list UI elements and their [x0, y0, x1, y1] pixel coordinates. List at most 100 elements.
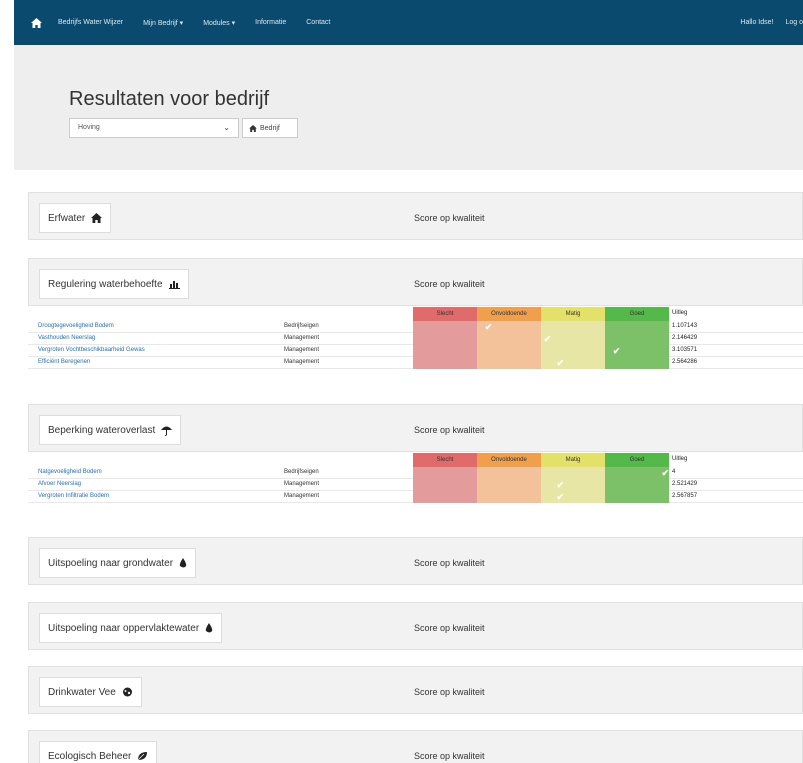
chevron-down-icon: ⌄ [223, 123, 230, 132]
top-navbar: Bedrijfs Water Wijzer Mijn Bedrijf ▾ Mod… [14, 0, 803, 45]
cow-icon [122, 687, 132, 697]
score-check-icon: ✔ [543, 334, 552, 344]
indicator-link[interactable]: Vergroten Vochtbeschikbaarheid Gewas [38, 347, 145, 353]
score-cell [605, 491, 669, 503]
score-label: Score op kwaliteit [414, 279, 485, 289]
header-uitleg: Uitleg [672, 310, 688, 316]
beperking-score-table: Slecht Onvoldoende Matig Goed Uitleg Nat… [28, 453, 803, 523]
table-row: Vergroten Infiltratie Bodem Management ✔ 2.… [28, 491, 803, 503]
uitleg-value: 1.107143 [672, 323, 698, 329]
score-cell [413, 357, 477, 369]
logout-link[interactable]: Log o [785, 19, 803, 26]
header-goed: Goed [605, 453, 669, 467]
company-select-value: Hoving [78, 124, 100, 131]
header-onvoldoende: Onvoldoende [477, 453, 541, 467]
panel-title-regulering[interactable]: Regulering waterbehoefte [39, 269, 189, 299]
nav-link-mijn-bedrijf[interactable]: Mijn Bedrijf ▾ [143, 19, 183, 27]
panel-title-ecologisch-beheer[interactable]: Ecologisch Beheer [39, 741, 158, 763]
table-row: Vasthouden Neerslag Management ✔ 2.146429 [28, 333, 803, 345]
nav-link-modules[interactable]: Modules ▾ [203, 19, 235, 27]
bedrijf-button-label: Bedrijf [260, 124, 280, 132]
indicator-type: Bedrijfseigen [284, 323, 319, 329]
header-uitleg: Uitleg [672, 456, 688, 462]
score-label: Score op kwaliteit [414, 425, 485, 435]
indicator-link[interactable]: Efficiënt Beregenen [38, 359, 90, 365]
score-label: Score op kwaliteit [414, 558, 485, 568]
nav-link-bedrijfs-water-wijzer[interactable]: Bedrijfs Water Wijzer [58, 19, 123, 26]
header-slecht: Slecht [413, 307, 477, 321]
panel-title-erfwater[interactable]: Erfwater [39, 203, 112, 233]
indicator-type: Management [284, 347, 320, 353]
bar-chart-icon [168, 281, 180, 289]
score-cell [413, 491, 477, 503]
nav-link-label: Modules [203, 19, 230, 27]
panel-title-uitspoeling-oppervlaktewater[interactable]: Uitspoeling naar oppervlaktewater [39, 613, 223, 643]
panel-title-label: Uitspoeling naar oppervlaktewater [48, 622, 200, 634]
score-cell [413, 345, 477, 357]
table-header-row: Slecht Onvoldoende Matig Goed Uitleg [28, 307, 803, 321]
bedrijf-button[interactable]: Bedrijf [242, 118, 298, 138]
panel-erfwater: Erfwater Score op kwaliteit [28, 192, 803, 240]
indicator-type: Management [284, 481, 320, 487]
header-goed: Goed [605, 307, 669, 321]
score-cell [477, 357, 541, 369]
score-cell [541, 491, 605, 503]
uitleg-value: 2.567857 [672, 493, 698, 499]
uitleg-value: 3.103571 [672, 347, 698, 353]
panel-title-beperking[interactable]: Beperking wateroverlast [39, 415, 182, 445]
leaf-icon [138, 752, 148, 761]
score-cell [605, 467, 669, 479]
panel-title-label: Erfwater [48, 212, 86, 224]
nav-link-contact[interactable]: Contact [306, 19, 330, 26]
score-label: Score op kwaliteit [414, 687, 485, 697]
company-select[interactable]: Hoving ⌄ [69, 118, 239, 138]
home-icon [91, 213, 103, 223]
panel-beperking-wateroverlast: Beperking wateroverlast Score op kwalite… [28, 404, 803, 452]
header-matig: Matig [541, 453, 605, 467]
indicator-link[interactable]: Vergroten Infiltratie Bodem [38, 493, 109, 499]
indicator-type: Management [284, 359, 320, 365]
score-label: Score op kwaliteit [414, 751, 485, 761]
score-cell [605, 357, 669, 369]
panel-title-uitspoeling-grondwater[interactable]: Uitspoeling naar grondwater [39, 548, 197, 578]
score-label: Score op kwaliteit [414, 213, 485, 223]
table-header-row: Slecht Onvoldoende Matig Goed Uitleg [28, 453, 803, 467]
score-cell [413, 479, 477, 491]
score-cell [605, 333, 669, 345]
score-cell [541, 357, 605, 369]
nav-link-label: Mijn Bedrijf [143, 19, 178, 27]
results-header: Resultaten voor bedrijf Hoving ⌄ Bedrijf [14, 45, 803, 170]
indicator-link[interactable]: Afvoer Neerslag [38, 481, 81, 487]
score-cell [477, 491, 541, 503]
indicator-type: Management [284, 335, 320, 341]
nav-link-informatie[interactable]: Informatie [255, 19, 286, 26]
panel-regulering-waterbehoefte: Regulering waterbehoefte Score op kwalit… [28, 258, 803, 306]
table-row: Droogtegevoeligheid Bodem Bedrijfseigen ✔ 1… [28, 321, 803, 333]
indicator-link[interactable]: Droogtegevoeligheid Bodem [38, 323, 114, 329]
umbrella-icon [161, 426, 173, 436]
drop-icon [179, 557, 187, 567]
score-cell [413, 321, 477, 333]
user-greeting-link[interactable]: Hallo Idse! [740, 19, 773, 26]
panel-title-label: Ecologisch Beheer [48, 750, 132, 762]
panel-title-label: Regulering waterbehoefte [48, 278, 163, 290]
score-cell [541, 479, 605, 491]
panel-title-label: Drinkwater Vee [48, 686, 116, 698]
score-label: Score op kwaliteit [414, 623, 485, 633]
indicator-link[interactable]: Vasthouden Neerslag [38, 335, 95, 341]
score-cell [605, 479, 669, 491]
uitleg-value: 4 [672, 469, 676, 475]
score-cell [477, 345, 541, 357]
panel-title-label: Uitspoeling naar grondwater [48, 557, 174, 569]
score-cell [477, 479, 541, 491]
table-row: Efficiënt Beregenen Management ✔ 2.564286 [28, 357, 803, 369]
table-row: Natgevoeligheid Bodem Bedrijfseigen ✔ 4 [28, 467, 803, 479]
score-check-icon: ✔ [484, 322, 493, 332]
score-cell [477, 467, 541, 479]
indicator-link[interactable]: Natgevoeligheid Bodem [38, 469, 102, 475]
home-icon[interactable] [26, 0, 46, 45]
score-cell [477, 333, 541, 345]
header-onvoldoende: Onvoldoende [477, 307, 541, 321]
table-row: Afvoer Neerslag Management ✔ 2.521429 [28, 479, 803, 491]
panel-title-drinkwater-vee[interactable]: Drinkwater Vee [39, 677, 142, 707]
